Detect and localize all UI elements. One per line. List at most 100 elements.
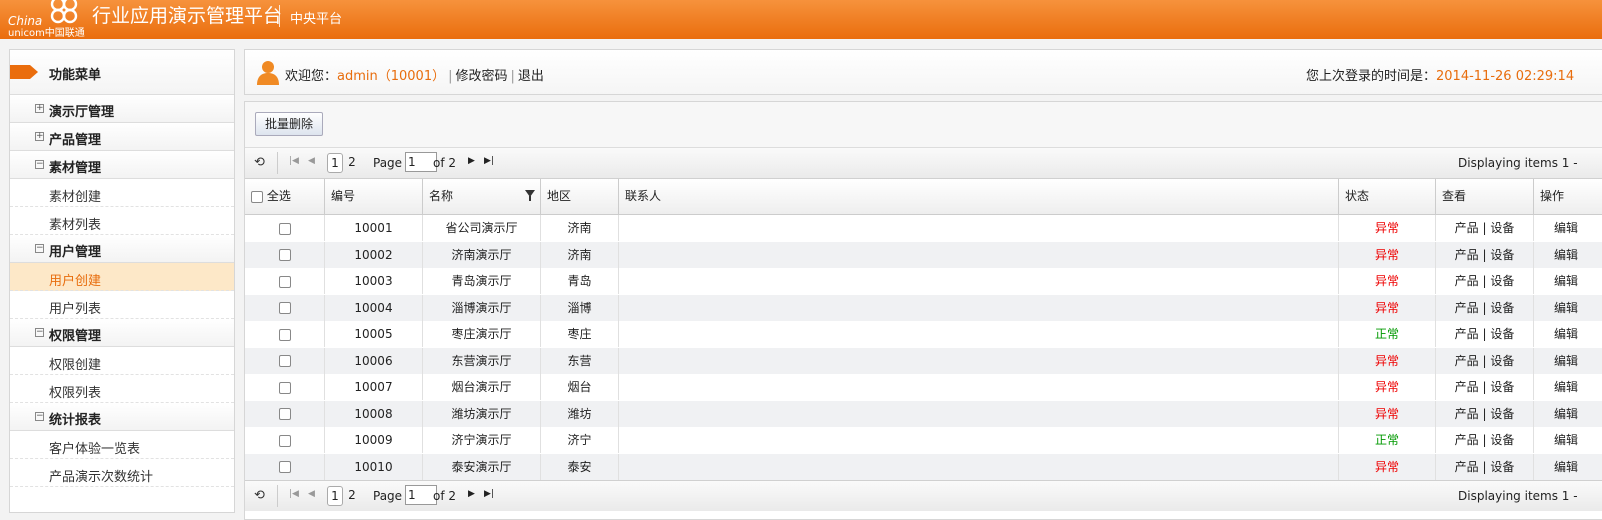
table-row[interactable]: 10005 枣庄演示厅 枣庄 正常 产品 | 设备 编辑 [245,321,1602,348]
cell-actions[interactable]: 编辑 [1534,295,1602,321]
cell-view[interactable]: 产品 | 设备 [1436,427,1534,453]
prev-page-icon[interactable]: ◀ [308,489,315,499]
menu-item-label: 权限列表 [49,386,102,401]
row-checkbox[interactable] [278,275,291,288]
menu-item[interactable]: 产品演示次数统计 [10,459,234,487]
table-row[interactable]: 10008 潍坊演示厅 潍坊 异常 产品 | 设备 编辑 [245,400,1602,427]
menu-group[interactable]: + 产品管理 [10,123,234,151]
menu-item[interactable]: 客户体验一览表 [10,431,234,459]
header-divider [279,5,280,27]
menu-group[interactable]: + 演示厅管理 [10,95,234,123]
expand-icon[interactable]: + [35,132,44,141]
menu-group[interactable]: − 权限管理 [10,319,234,347]
last-page-icon[interactable]: ▶| [484,489,494,499]
cell-actions[interactable]: 编辑 [1534,401,1602,427]
next-page-icon[interactable]: ▶ [468,489,475,499]
sidebar-menu: 功能菜单 + 演示厅管理 + 产品管理 − 素材管理 素材创建 素材列表 − 用户管理 用户创建 用户… [9,49,235,513]
table-body: 10001 省公司演示厅 济南 异常 产品 | 设备 编辑 10002 济南演示厅 济南 异常 产品… [245,215,1602,480]
page-link[interactable]: 2 [345,153,359,171]
cell-actions[interactable]: 编辑 [1534,215,1602,241]
logout-link[interactable]: 退出 [518,69,544,84]
collapse-icon[interactable]: − [35,328,44,337]
menu-group[interactable]: − 素材管理 [10,151,234,179]
collapse-icon[interactable]: − [35,160,44,169]
column-name[interactable]: 名称 [423,179,541,214]
row-checkbox[interactable] [278,381,291,394]
cell-status: 正常 [1339,321,1436,347]
cell-actions[interactable]: 编辑 [1534,321,1602,347]
row-checkbox-cell [245,427,325,453]
last-page-icon[interactable]: ▶| [484,156,494,166]
separator: | [510,69,515,84]
cell-view[interactable]: 产品 | 设备 [1436,374,1534,400]
table-row[interactable]: 10006 东营演示厅 东营 异常 产品 | 设备 编辑 [245,347,1602,374]
page-link[interactable]: 2 [345,486,359,504]
cell-actions[interactable]: 编辑 [1534,427,1602,453]
table-row[interactable]: 10010 泰安演示厅 泰安 异常 产品 | 设备 编辑 [245,453,1602,480]
cell-view[interactable]: 产品 | 设备 [1436,453,1534,480]
menu-item[interactable]: 用户列表 [10,291,234,319]
menu-item[interactable]: 用户创建 [10,263,234,291]
menu-item[interactable]: 权限列表 [10,375,234,403]
table-row[interactable]: 10003 青岛演示厅 青岛 异常 产品 | 设备 编辑 [245,268,1602,295]
cell-actions[interactable]: 编辑 [1534,242,1602,268]
row-checkbox[interactable] [278,434,291,447]
row-checkbox[interactable] [278,222,291,235]
column-region[interactable]: 地区 [541,179,619,214]
cell-view[interactable]: 产品 | 设备 [1436,400,1534,427]
cell-view[interactable]: 产品 | 设备 [1436,347,1534,374]
cell-view[interactable]: 产品 | 设备 [1436,321,1534,347]
logo-text-unicom: unicom中国联通 [8,28,85,39]
table-row[interactable]: 10009 济宁演示厅 济宁 正常 产品 | 设备 编辑 [245,427,1602,454]
cell-contact [619,374,1339,400]
column-status[interactable]: 状态 [1339,179,1436,214]
row-checkbox[interactable] [278,249,291,261]
column-id[interactable]: 编号 [325,179,423,214]
cell-view[interactable]: 产品 | 设备 [1436,215,1534,241]
prev-page-icon[interactable]: ◀ [308,156,315,166]
page-link-current[interactable]: 1 [327,153,343,173]
cell-contact [619,453,1339,480]
next-page-icon[interactable]: ▶ [468,156,475,166]
cell-actions[interactable]: 编辑 [1534,348,1602,374]
batch-delete-button[interactable]: 批量删除 [255,112,324,136]
table-row[interactable]: 10001 省公司演示厅 济南 异常 产品 | 设备 编辑 [245,215,1602,242]
first-page-icon[interactable]: |◀ [289,156,299,166]
row-checkbox[interactable] [278,328,291,341]
cell-view[interactable]: 产品 | 设备 [1436,294,1534,321]
change-password-link[interactable]: 修改密码 [456,69,508,84]
page-word: Page [373,489,403,503]
refresh-icon[interactable]: ⟲ [254,155,265,170]
column-select-all[interactable]: 全选 [245,179,325,214]
menu-item[interactable]: 权限创建 [10,347,234,375]
table-row[interactable]: 10004 淄博演示厅 淄博 异常 产品 | 设备 编辑 [245,294,1602,321]
table-row[interactable]: 10007 烟台演示厅 烟台 异常 产品 | 设备 编辑 [245,374,1602,401]
cell-actions[interactable]: 编辑 [1534,454,1602,480]
menu-group[interactable]: − 统计报表 [10,403,234,431]
collapse-icon[interactable]: − [35,412,44,421]
cell-view[interactable]: 产品 | 设备 [1436,241,1534,268]
cell-actions[interactable]: 编辑 [1534,268,1602,294]
expand-icon[interactable]: + [35,104,44,113]
menu-item[interactable]: 素材创建 [10,179,234,207]
column-view[interactable]: 查看 [1436,179,1534,214]
china-unicom-logo: China unicom中国联通 [6,0,86,39]
table-row[interactable]: 10002 济南演示厅 济南 异常 产品 | 设备 编辑 [245,241,1602,268]
collapse-icon[interactable]: − [35,244,44,253]
row-checkbox[interactable] [278,461,291,473]
cell-contact [619,427,1339,453]
first-page-icon[interactable]: |◀ [289,489,299,499]
select-all-checkbox[interactable] [251,190,263,203]
page-link-current[interactable]: 1 [327,486,343,506]
menu-group[interactable]: − 用户管理 [10,235,234,263]
cell-actions[interactable]: 编辑 [1534,374,1602,400]
column-actions[interactable]: 操作 [1534,179,1602,214]
row-checkbox[interactable] [278,408,291,420]
cell-region: 济南 [541,215,619,241]
row-checkbox[interactable] [278,302,291,314]
column-contact[interactable]: 联系人 [619,179,1339,214]
menu-item[interactable]: 素材列表 [10,207,234,235]
cell-view[interactable]: 产品 | 设备 [1436,268,1534,294]
refresh-icon[interactable]: ⟲ [254,488,265,503]
row-checkbox[interactable] [278,355,291,367]
